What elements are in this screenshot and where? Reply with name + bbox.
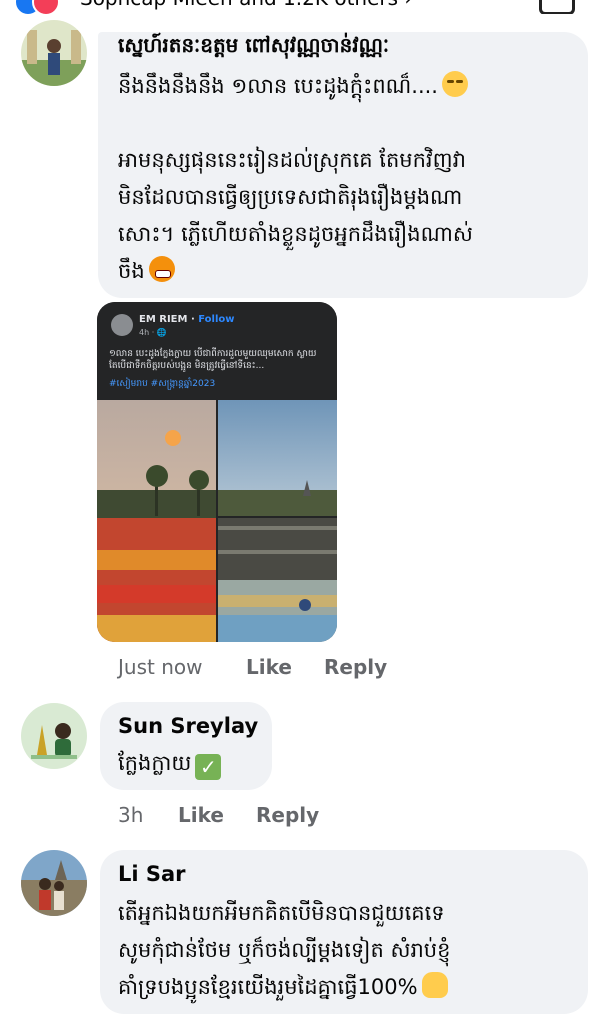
comment-line: សូមកុំជាន់ថែម ឬក៏ចង់ល្បីម្ដងទៀត សំរាប់ខ្… [118, 938, 451, 962]
comment-actions: 3h Like Reply [118, 803, 378, 829]
comment-line: សោះ។ ភ្លើហើយតាំងខ្លួនដូចអ្នកដឹងរឿងណាស់ [118, 222, 473, 246]
comment-text: ក្លែងក្លាយ ✓ [118, 745, 222, 782]
comment-line-blank [118, 105, 578, 142]
comment-line: តើអ្នកឯងយកអីមកគិតបើមិនបានជួយគេទេ [118, 901, 445, 925]
commenter-name[interactable]: ស្នេហ៍រតនៈឧត្តម ពៅសុវណ្ណចាន់វណ្ណៈ [118, 32, 389, 62]
like-button[interactable]: Like [246, 655, 292, 679]
comment-text: តើអ្នកឯងយកអីមកគិតបើមិនបានជួយគេទេ សូមកុំជ… [118, 895, 578, 1006]
unamused-face-emoji [441, 71, 468, 97]
angry-face-emoji [148, 256, 175, 282]
check-mark-emoji: ✓ [195, 754, 222, 780]
post-header: EM RIEM · Follow 4h · 🌐 ១លាន បេះដូងក្លែង… [97, 302, 337, 400]
thumbs-up-outline-icon[interactable] [539, 0, 575, 14]
avatar[interactable] [21, 850, 87, 916]
comment-actions: Just now Like Reply [118, 655, 418, 681]
post-author-avatar [111, 314, 133, 336]
comment-text: នឹងនឹងនឹងនឹង ១លាន បេះដូងក្ដុំះពណ៏.... អា… [118, 68, 578, 290]
reply-button[interactable]: Reply [324, 655, 387, 679]
post-hashtags: #សៀមរាប #សង្ក្រាន្តឆ្នាំ2023 [109, 379, 216, 389]
comment-line: ចឹង [118, 259, 145, 283]
comment-timestamp[interactable]: 3h [118, 803, 143, 827]
comment-line: គាំទ្របងប្អូនខ្មែរយើងរួមដៃគ្នាធ្វើ100% [118, 975, 418, 999]
reaction-summary-text[interactable]: Sophcap Mieen and 1.2K others › [80, 0, 412, 10]
praying-hands-emoji [421, 972, 448, 998]
post-caption: ១លាន បេះដូងក្លែងក្លាយ បើជាពីការដួលមួយឈុម… [109, 349, 317, 371]
post-photo-collage [97, 400, 337, 642]
post-meta: 4h · 🌐 [139, 328, 167, 337]
comment-line: ក្លែងក្លាយ [118, 751, 192, 775]
commenter-name[interactable]: Sun Sreylay [118, 714, 258, 738]
shared-post-screenshot[interactable]: EM RIEM · Follow 4h · 🌐 ១លាន បេះដូងក្លែង… [97, 302, 337, 642]
post-author-name: EM RIEM [139, 314, 188, 325]
like-button[interactable]: Like [178, 803, 224, 827]
post-author: EM RIEM · Follow [139, 314, 235, 325]
commenter-name[interactable]: Li Sar [118, 862, 186, 886]
reaction-icons [14, 0, 74, 14]
reply-button[interactable]: Reply [256, 803, 319, 827]
reaction-summary-bar[interactable]: Sophcap Mieen and 1.2K others › [0, 0, 593, 14]
comment-line: មិនដែលបានធ្វើឲ្យប្រទេសជាតិរុងរឿងម្ដងណា [118, 185, 463, 209]
avatar[interactable] [21, 20, 87, 86]
avatar[interactable] [21, 703, 87, 769]
comment-timestamp[interactable]: Just now [118, 655, 202, 679]
love-reaction-icon [32, 0, 60, 14]
comment-line: អាមនុស្សផុននេះរៀនដល់ស្រុកគេ តែមកវិញវា [118, 148, 466, 172]
follow-link: Follow [198, 314, 235, 325]
comment-line: នឹងនឹងនឹងនឹង ១លាន បេះដូងក្ដុំះពណ៏.... [118, 74, 438, 98]
